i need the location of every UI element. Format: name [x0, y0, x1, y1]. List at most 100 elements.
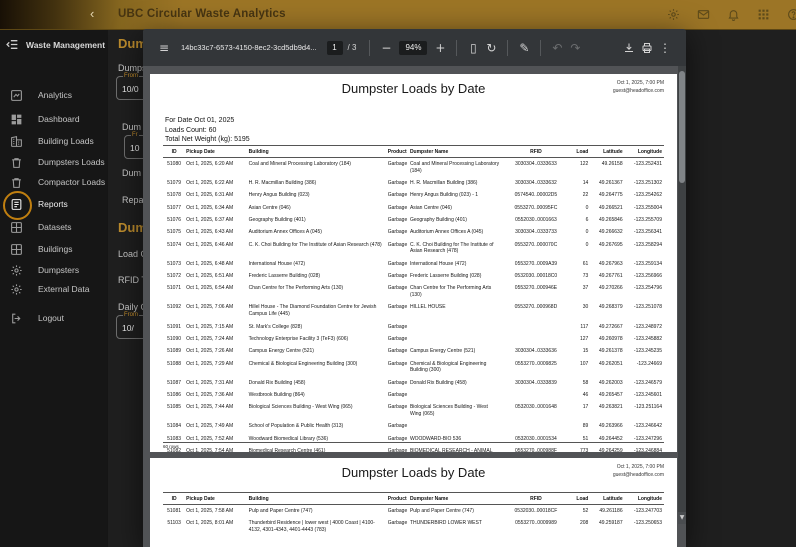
settings-icon[interactable]	[663, 4, 684, 25]
column-header: Load	[567, 493, 589, 505]
sidebar-item-datasets[interactable]: Datasets	[0, 218, 108, 236]
generated-by: guest@headoffice.com	[613, 472, 664, 480]
table-cell: 0553270..0009989	[505, 517, 567, 536]
zoom-level-input[interactable]: 94%	[399, 41, 427, 55]
sidebar-item-dumpsters-loads[interactable]: Dumpsters Loads	[0, 153, 108, 171]
table-cell: 51086	[163, 389, 185, 401]
table-cell: Oct 1, 2025, 7:36 AM	[185, 389, 247, 401]
sidebar-item-compactor-loads[interactable]: Compactor Loads	[0, 173, 108, 191]
sidebar-header[interactable]: Waste Management	[6, 38, 105, 51]
table-cell: Chan Centre for The Performing Arts (130…	[409, 283, 505, 302]
table-row: 51072Oct 1, 2025, 6:51 AMFrederic Lasser…	[163, 270, 664, 282]
table-cell: 0	[567, 202, 589, 214]
table-cell: 49.270266	[589, 283, 623, 302]
analytics-icon	[9, 88, 24, 103]
table-row: 51081Oct 1, 2025, 7:58 AMPulp and Paper …	[163, 505, 664, 518]
table-cell: Chemical & Biological Engineering Buildi…	[248, 358, 387, 377]
table-cell: 0552030..0001663	[505, 214, 567, 226]
redo-icon[interactable]: ↷	[566, 39, 584, 57]
table-cell: Oct 1, 2025, 6:31 AM	[185, 189, 247, 201]
sidebar-item-label: Dumpsters	[38, 265, 79, 275]
download-icon[interactable]	[620, 39, 638, 57]
sidebar-item-buildings[interactable]: Buildings	[0, 240, 108, 258]
table-cell: 15	[567, 345, 589, 357]
table-cell: Garbage	[387, 402, 409, 421]
table-cell: Auditorium Annex Offices A (045)	[409, 226, 505, 238]
sidebar-item-label: Buildings	[38, 244, 73, 254]
pdf-menu-icon[interactable]: ≡	[155, 39, 173, 57]
sidebar-collapse-icon[interactable]: ‹	[90, 7, 94, 21]
field-label-fragment: Dum	[122, 122, 141, 132]
pdf-scrollbar[interactable]: ▼	[678, 66, 686, 524]
table-cell: 0532030..0001648	[505, 402, 567, 421]
table-cell: -123.254262	[624, 189, 664, 201]
fit-page-icon[interactable]: ▯	[464, 39, 482, 57]
sidebar-item-analytics[interactable]: Analytics	[0, 86, 108, 104]
table-row: 51079Oct 1, 2025, 6:22 AMH. R. Macmillan…	[163, 177, 664, 189]
table-cell: Oct 1, 2025, 7:26 AM	[185, 345, 247, 357]
table-cell	[409, 333, 505, 345]
table-cell: 51088	[163, 358, 185, 377]
table-cell: Garbage	[387, 517, 409, 536]
table-cell: Biological Sciences Building - West Wing…	[248, 402, 387, 421]
scrollbar-thumb[interactable]	[679, 71, 685, 183]
trash-icon	[9, 175, 24, 190]
table-cell: 51085	[163, 402, 185, 421]
field-label-fragment: Dum	[122, 168, 141, 178]
column-header: Pickup Date	[185, 146, 247, 158]
table-cell: Garbage	[387, 226, 409, 238]
sidebar-item-dashboard[interactable]: Dashboard	[0, 110, 108, 128]
loads-table: IDPickup DateBuildingProductDumpster Nam…	[163, 145, 664, 452]
annotate-pen-icon[interactable]: ✎	[515, 39, 533, 57]
table-cell: Oct 1, 2025, 7:29 AM	[185, 358, 247, 377]
pdf-content-area[interactable]: Dumpster Loads by Date Oct 1, 2025, 7:00…	[143, 66, 686, 547]
date-input-label: From	[123, 73, 139, 79]
undo-icon[interactable]: ↶	[548, 39, 566, 57]
more-options-icon[interactable]: ⋮	[656, 39, 674, 57]
table-row: 51087Oct 1, 2025, 7:31 AMDonald Rix Buil…	[163, 377, 664, 389]
table-cell	[505, 333, 567, 345]
table-cell	[505, 389, 567, 401]
zoom-out-button[interactable]: −	[377, 39, 395, 57]
help-icon[interactable]	[783, 4, 796, 25]
table-cell: 51089	[163, 345, 185, 357]
report-generated-meta: Oct 1, 2025, 7:00 PM guest@headoffice.co…	[613, 464, 664, 479]
app-title: UBC Circular Waste Analytics	[118, 8, 286, 20]
table-cell: 51073	[163, 258, 185, 270]
table-cell: Garbage	[387, 270, 409, 282]
sidebar-item-reports[interactable]: Reports	[0, 195, 108, 213]
table-cell: 51091	[163, 321, 185, 333]
table-cell: Donald Rix Building (458)	[409, 377, 505, 389]
sidebar-item-logout[interactable]: Logout	[0, 309, 108, 327]
table-cell: 3030304..0333636	[505, 345, 567, 357]
table-cell: 46	[567, 389, 589, 401]
table-cell: Oct 1, 2025, 6:34 AM	[185, 202, 247, 214]
table-row: 51089Oct 1, 2025, 7:26 AM Campus Energy C…	[163, 345, 664, 357]
table-row: 51103Oct 1, 2025, 8:01 AMThunderbird Res…	[163, 517, 664, 536]
rotate-icon[interactable]: ↻	[482, 39, 500, 57]
table-cell: Technology Enterprise Facility 3 (TeF3) …	[248, 333, 387, 345]
table-cell: 49.272667	[589, 321, 623, 333]
sidebar-item-dumpsters[interactable]: Dumpsters	[0, 261, 108, 279]
page-number-input[interactable]: 1	[327, 41, 343, 55]
toolbar-divider	[507, 40, 508, 56]
table-cell: -123.251078	[624, 302, 664, 321]
table-cell: 0553270..00095FC	[505, 202, 567, 214]
table-cell: Campus Energy Centre (521)	[409, 345, 505, 357]
table-cell: 14	[567, 177, 589, 189]
table-cell: 51084	[163, 421, 185, 433]
toolbar-divider	[456, 40, 457, 56]
apps-icon[interactable]	[753, 4, 774, 25]
sidebar-item-external-data[interactable]: External Data	[0, 280, 108, 298]
scroll-down-button[interactable]: ▼	[678, 512, 686, 524]
zoom-in-button[interactable]: +	[431, 39, 449, 57]
table-cell: Garbage	[387, 177, 409, 189]
sidebar-nav: Waste Management Analytics Dashboard Bui…	[0, 30, 108, 547]
notifications-icon[interactable]	[723, 4, 744, 25]
table-cell: 49.267761	[589, 270, 623, 282]
print-icon[interactable]	[638, 39, 656, 57]
table-cell: Oct 1, 2025, 7:31 AM	[185, 377, 247, 389]
sidebar-item-building-loads[interactable]: Building Loads	[0, 132, 108, 150]
table-cell: Garbage	[387, 333, 409, 345]
mail-icon[interactable]	[693, 4, 714, 25]
